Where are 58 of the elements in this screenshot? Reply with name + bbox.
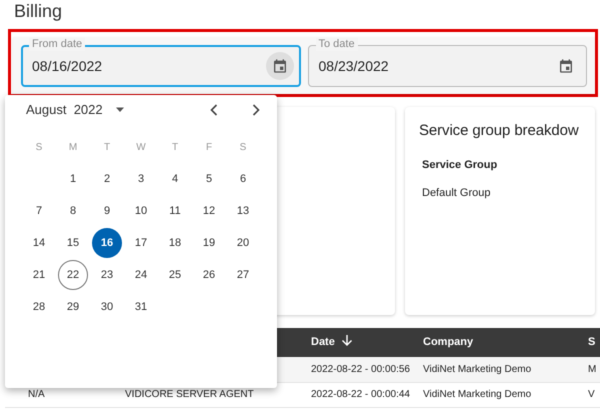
calendar-day[interactable]: 5 xyxy=(194,164,224,194)
card-title: Service group breakdow xyxy=(419,121,579,141)
calendar-day[interactable]: 28 xyxy=(24,292,54,322)
table-cell: VIDICORE SERVER AGENT xyxy=(125,389,254,400)
calendar-day[interactable]: 20 xyxy=(228,228,258,258)
column-header[interactable]: Date xyxy=(311,336,335,348)
calendar-day[interactable]: 16 xyxy=(92,228,122,258)
calendar-day[interactable]: 26 xyxy=(194,260,224,290)
calendar-icon xyxy=(558,58,574,74)
previous-month-button[interactable] xyxy=(210,104,218,116)
column-header[interactable]: Company xyxy=(423,336,474,348)
table-cell: 2022-08-22 - 00:00:56 xyxy=(311,364,410,375)
table-cell: VidiNet Marketing Demo xyxy=(423,389,532,400)
calendar-day[interactable]: 4 xyxy=(160,164,190,194)
weekday-label: F xyxy=(206,140,212,154)
table-cell: M xyxy=(588,364,596,375)
calendar-day[interactable]: 9 xyxy=(92,196,122,226)
weekday-label: W xyxy=(136,140,146,154)
calendar-day[interactable]: 11 xyxy=(160,196,190,226)
calendar-day[interactable]: 15 xyxy=(58,228,88,258)
calendar-day[interactable]: 7 xyxy=(24,196,54,226)
table-cell: 2022-08-22 - 00:00:44 xyxy=(311,389,410,400)
calendar-day[interactable]: 10 xyxy=(126,196,156,226)
calendar-day[interactable]: 17 xyxy=(126,228,156,258)
weekday-label: T xyxy=(172,140,178,154)
calendar-day[interactable]: 14 xyxy=(24,228,54,258)
caret-icon xyxy=(114,107,125,113)
weekday-label: S xyxy=(36,140,42,154)
table-cell: N/A xyxy=(28,389,45,400)
calendar-day[interactable]: 2 xyxy=(92,164,122,194)
calendar-day[interactable]: 23 xyxy=(92,260,122,290)
column-header: Service Group xyxy=(422,158,498,172)
calendar-day[interactable]: 22 xyxy=(58,260,88,290)
calendar-day[interactable]: 13 xyxy=(228,196,258,226)
calendar-day[interactable]: 12 xyxy=(194,196,224,226)
calendar-day[interactable]: 19 xyxy=(194,228,224,258)
calendar-icon xyxy=(272,58,288,74)
weekday-label: M xyxy=(68,140,78,154)
calendar-day[interactable]: 21 xyxy=(24,260,54,290)
calendar-day[interactable]: 8 xyxy=(58,196,88,226)
calendar-day[interactable]: 30 xyxy=(92,292,122,322)
calendar-day[interactable]: 29 xyxy=(58,292,88,322)
calendar-day[interactable]: 3 xyxy=(126,164,156,194)
table-cell: V xyxy=(588,389,595,400)
calendar-day[interactable]: 18 xyxy=(160,228,190,258)
month-year-selector[interactable]: August 2022 xyxy=(26,100,125,120)
calendar-day[interactable]: 31 xyxy=(126,292,156,322)
calendar-day[interactable]: 1 xyxy=(58,164,88,194)
table-cell: VidiNet Marketing Demo xyxy=(423,364,532,375)
calendar-day[interactable]: 25 xyxy=(160,260,190,290)
page-title: Billing xyxy=(14,0,62,22)
calendar-day[interactable]: 27 xyxy=(228,260,258,290)
calendar-day[interactable]: 6 xyxy=(228,164,258,194)
table-cell-text: Default Group xyxy=(422,186,490,201)
next-month-button[interactable] xyxy=(252,104,260,116)
weekday-label: T xyxy=(104,140,110,154)
calendar-day[interactable]: 24 xyxy=(126,260,156,290)
weekday-label: S xyxy=(240,140,246,154)
